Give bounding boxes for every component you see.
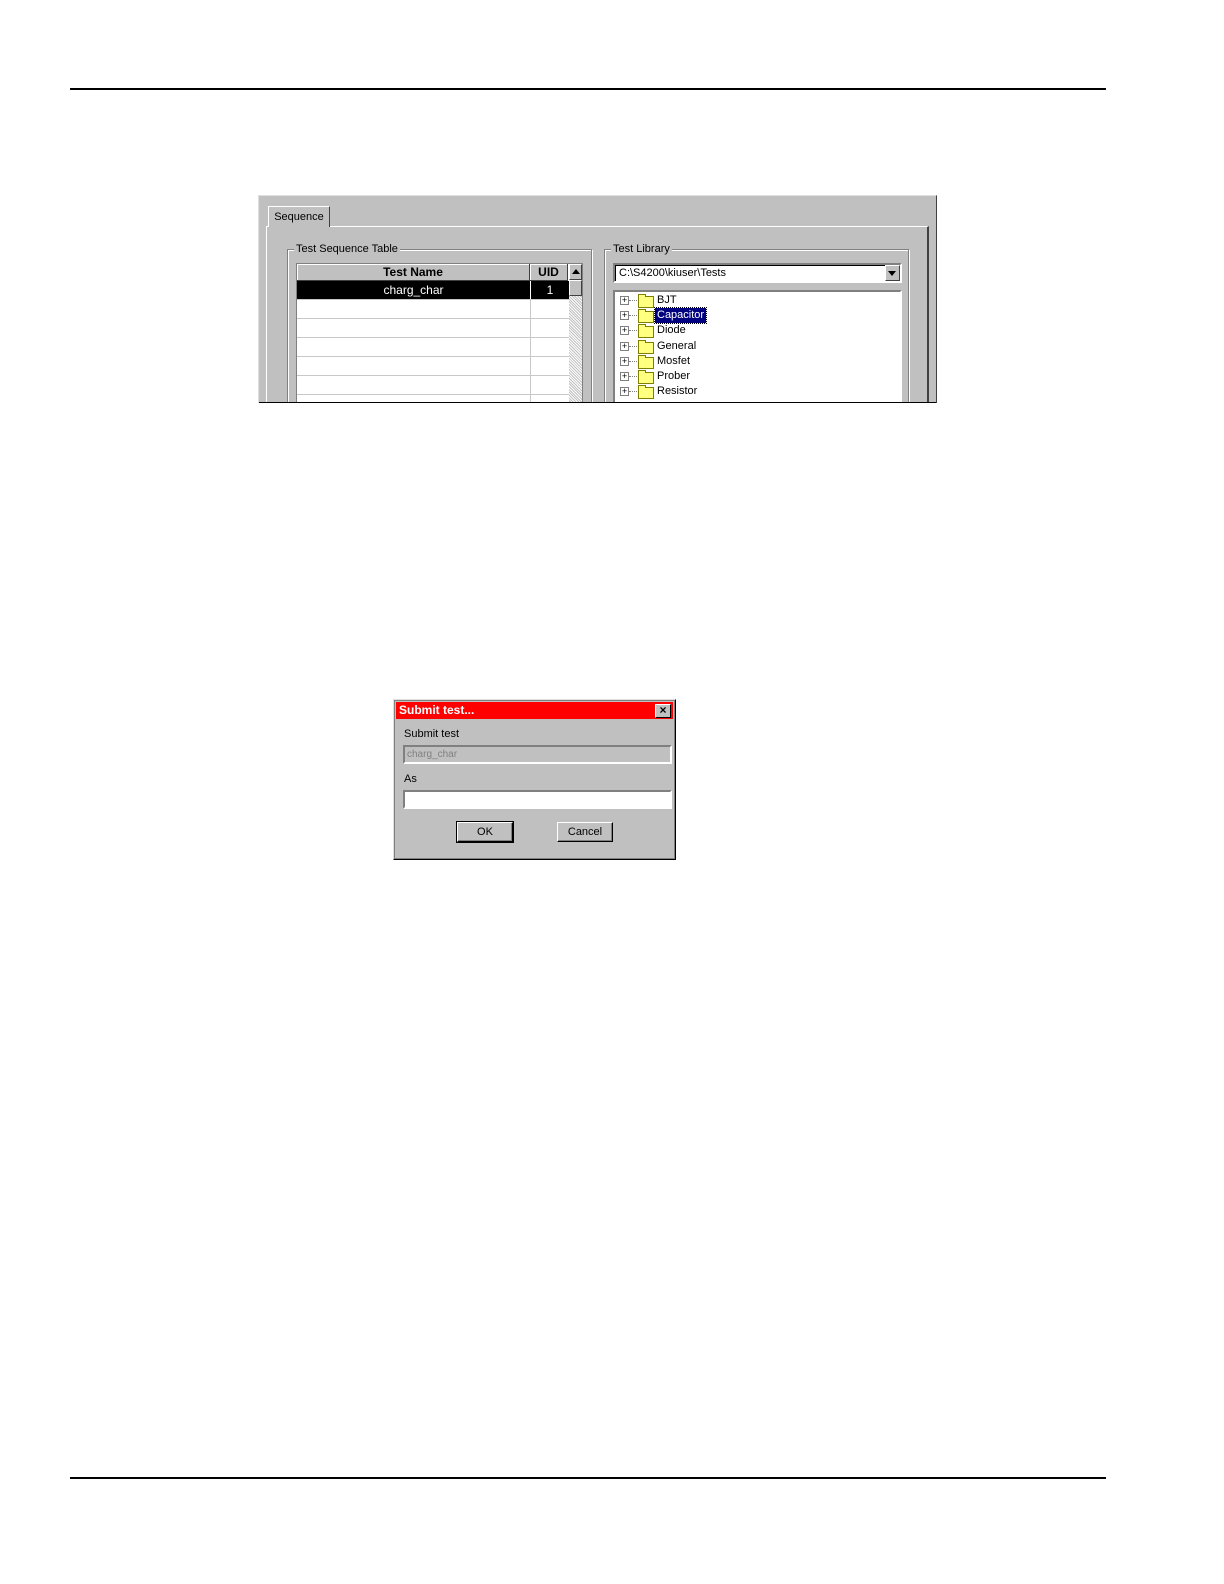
bottom-rule xyxy=(70,1477,1106,1479)
tree-item-bjt[interactable]: + BJT xyxy=(615,293,895,308)
table-row-empty[interactable] xyxy=(297,357,569,376)
scroll-up-button[interactable] xyxy=(569,264,582,280)
combo-dropdown-button[interactable] xyxy=(885,265,900,281)
column-header-test-name[interactable]: Test Name xyxy=(297,264,530,281)
test-sequence-table-label: Test Sequence Table xyxy=(294,242,400,256)
submit-test-label: Submit test xyxy=(404,728,460,740)
uid-cell xyxy=(531,376,569,394)
expand-plus-icon[interactable]: + xyxy=(620,357,629,366)
test-sequence-table-group: Test Sequence Table Test Name UID charg_… xyxy=(287,242,592,403)
folder-icon xyxy=(638,309,654,323)
uid-cell xyxy=(531,395,569,403)
tree-connector xyxy=(629,330,637,331)
dialog-title-bar[interactable]: Submit test... × xyxy=(396,702,673,719)
test-sequence-grid[interactable]: Test Name UID charg_char 1 xyxy=(296,263,583,403)
tree-item-label: General xyxy=(657,340,697,352)
uid-cell xyxy=(531,319,569,337)
library-path-combo[interactable]: C:\S4200\kiuser\Tests xyxy=(613,263,902,283)
chevron-down-icon xyxy=(888,271,896,276)
submit-test-dialog: Submit test... × Submit test As OK Cance… xyxy=(393,699,676,860)
folder-icon xyxy=(638,340,654,354)
tree-item-label: Mosfet xyxy=(657,355,691,367)
expand-plus-icon[interactable]: + xyxy=(620,387,629,396)
table-row-empty[interactable] xyxy=(297,300,569,319)
tree-connector xyxy=(629,346,637,347)
tree-item-resistor[interactable]: + Resistor xyxy=(615,384,895,399)
test-name-cell xyxy=(297,300,531,318)
sequence-window: Sequence Test Sequence Table Test Name U… xyxy=(258,195,937,403)
expand-plus-icon[interactable]: + xyxy=(620,326,629,335)
tree-connector xyxy=(629,391,637,392)
folder-icon xyxy=(638,355,654,369)
tree-item-label: Prober xyxy=(657,370,691,382)
folder-icon xyxy=(638,294,654,308)
table-row-empty[interactable] xyxy=(297,338,569,357)
folder-icon xyxy=(638,324,654,338)
expand-plus-icon[interactable]: + xyxy=(620,342,629,351)
test-name-cell xyxy=(297,376,531,394)
table-row-empty[interactable] xyxy=(297,376,569,395)
tree-connector xyxy=(629,361,637,362)
vertical-scrollbar[interactable] xyxy=(569,264,582,403)
tab-sequence[interactable]: Sequence xyxy=(268,206,330,227)
arrow-up-icon xyxy=(572,269,580,274)
tree-item-label: BJT xyxy=(657,294,677,306)
uid-cell xyxy=(531,357,569,375)
test-name-cell xyxy=(297,319,531,337)
table-row[interactable]: charg_char 1 xyxy=(297,281,569,300)
tree-item-label: Resistor xyxy=(657,385,698,397)
library-path-value: C:\S4200\kiuser\Tests xyxy=(619,267,726,279)
scroll-thumb[interactable] xyxy=(569,280,582,296)
tree-connector xyxy=(629,376,637,377)
folder-icon xyxy=(638,370,654,384)
tree-item-general[interactable]: + General xyxy=(615,339,895,354)
tree-item-capacitor[interactable]: + Capacitor xyxy=(615,307,895,324)
top-rule xyxy=(70,88,1106,90)
tree-item-label: Diode xyxy=(657,324,686,336)
cancel-button[interactable]: Cancel xyxy=(557,822,613,842)
column-header-uid[interactable]: UID xyxy=(530,264,568,281)
submit-test-field xyxy=(403,745,672,764)
tree-item-label: Capacitor xyxy=(653,307,708,324)
expand-plus-icon[interactable]: + xyxy=(620,311,629,320)
test-library-tree[interactable]: + BJT + Capacitor + Diode + General + Mo… xyxy=(613,290,902,403)
tree-item-prober[interactable]: + Prober xyxy=(615,369,895,384)
as-label: As xyxy=(404,773,417,785)
test-library-label: Test Library xyxy=(611,242,672,256)
folder-icon xyxy=(638,385,654,399)
dialog-title: Submit test... xyxy=(399,703,475,717)
test-name-cell xyxy=(297,357,531,375)
tree-item-mosfet[interactable]: + Mosfet xyxy=(615,354,895,369)
test-name-cell xyxy=(297,338,531,356)
table-row-empty[interactable] xyxy=(297,395,569,403)
expand-plus-icon[interactable]: + xyxy=(620,296,629,305)
close-icon[interactable]: × xyxy=(655,704,671,718)
expand-plus-icon[interactable]: + xyxy=(620,372,629,381)
tree-connector xyxy=(629,315,637,316)
table-row-empty[interactable] xyxy=(297,319,569,338)
uid-cell xyxy=(531,300,569,318)
tree-connector xyxy=(629,300,637,301)
uid-cell xyxy=(531,338,569,356)
ok-button[interactable]: OK xyxy=(456,821,514,843)
test-name-cell xyxy=(297,395,531,403)
test-name-cell: charg_char xyxy=(297,281,531,299)
test-library-group: Test Library C:\S4200\kiuser\Tests + BJT… xyxy=(604,242,909,403)
as-name-field[interactable] xyxy=(403,790,672,809)
uid-cell: 1 xyxy=(546,283,554,297)
tree-item-diode[interactable]: + Diode xyxy=(615,323,895,338)
